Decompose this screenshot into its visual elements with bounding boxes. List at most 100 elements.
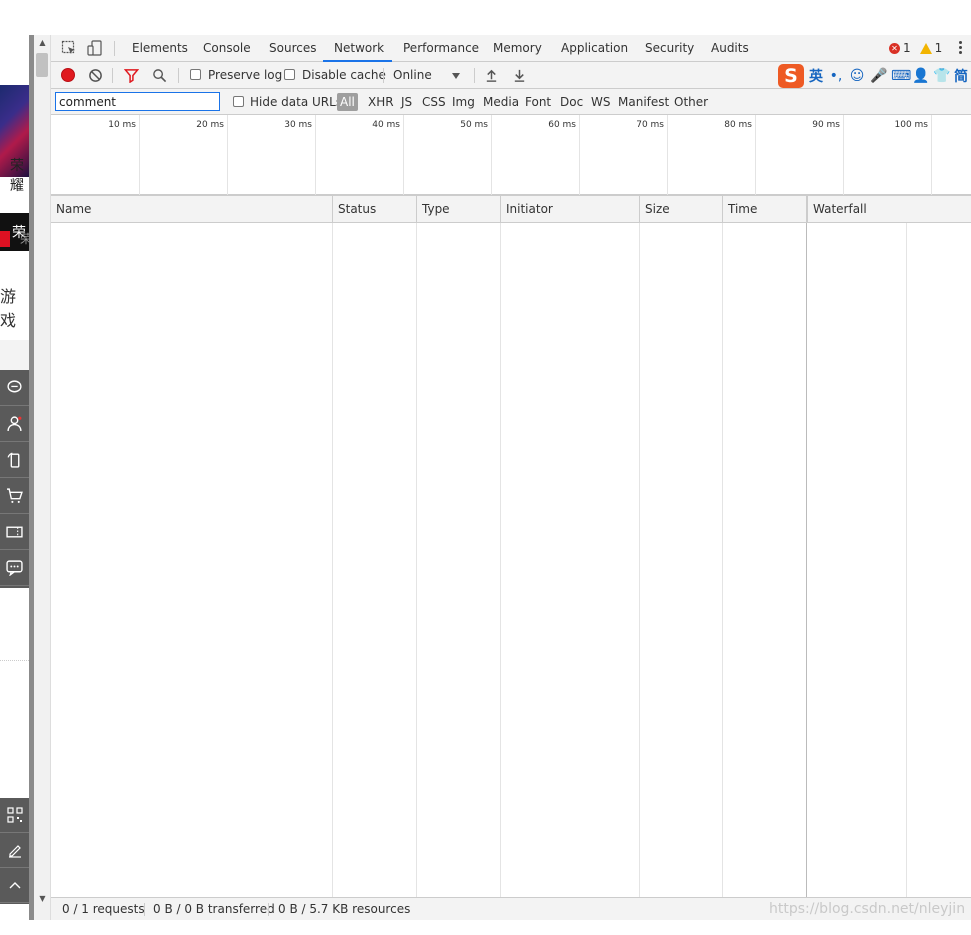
column-header-time[interactable]: Time — [723, 196, 807, 223]
filter-type-font[interactable]: Font — [525, 89, 551, 115]
table-header: Name Status Type Initiator Size Time Wat… — [51, 195, 971, 223]
filter-type-other[interactable]: Other — [674, 89, 708, 115]
summary-separator — [144, 903, 145, 916]
ime-keyboard-icon[interactable]: ⌨ — [891, 68, 911, 84]
filter-type-doc[interactable]: Doc — [560, 89, 583, 115]
filter-type-css[interactable]: CSS — [422, 89, 446, 115]
filter-type-all[interactable]: All — [337, 93, 358, 111]
export-har-icon[interactable] — [512, 68, 527, 83]
more-options-icon[interactable] — [959, 41, 963, 56]
ime-punct-icon[interactable]: •, — [828, 68, 844, 84]
clear-icon[interactable] — [88, 68, 103, 83]
page-grey-band — [0, 340, 29, 373]
toolbar-separator — [178, 68, 179, 83]
preserve-log-checkbox[interactable] — [190, 69, 201, 80]
message-icon[interactable] — [0, 550, 29, 586]
error-icon: ✕ — [889, 42, 900, 54]
page-side-bottom-toolbar — [0, 798, 29, 904]
filter-icon[interactable] — [124, 68, 139, 83]
throttling-select[interactable]: Online — [393, 62, 432, 89]
user-icon[interactable] — [0, 406, 29, 442]
network-overview-timeline[interactable]: 10 ms 20 ms 30 ms 40 ms 50 ms 60 ms 70 m… — [51, 115, 971, 195]
column-header-initiator[interactable]: Initiator — [501, 196, 640, 223]
summary-resources: 0 B / 5.7 KB resources — [278, 902, 411, 916]
phone-icon[interactable] — [0, 442, 29, 478]
waterfall-gridline — [906, 223, 907, 897]
filter-type-img[interactable]: Img — [452, 89, 475, 115]
edit-icon[interactable] — [0, 833, 29, 868]
device-toolbar-icon[interactable] — [87, 40, 103, 56]
devtools-scrollbar[interactable]: ▲ ▼ ▶ — [34, 35, 62, 920]
filter-type-ws[interactable]: WS — [591, 89, 610, 115]
filter-type-js[interactable]: JS — [401, 89, 412, 115]
back-to-top-icon[interactable] — [0, 868, 29, 903]
scroll-up-icon[interactable]: ▲ — [38, 38, 47, 47]
tab-memory[interactable]: Memory — [493, 35, 542, 62]
column-header-size[interactable]: Size — [640, 196, 723, 223]
summary-transferred: 0 B / 0 B transferred — [153, 902, 275, 916]
summary-requests: 0 / 1 requests — [62, 902, 145, 916]
disable-cache-label[interactable]: Disable cache — [302, 62, 386, 89]
scroll-down-icon[interactable]: ▼ — [38, 894, 47, 903]
column-header-waterfall[interactable]: Waterfall — [807, 196, 971, 223]
page-red-tag — [0, 231, 10, 247]
tab-network[interactable]: Network — [323, 35, 392, 62]
devtools-tab-bar: Elements Console Sources Network Perform… — [51, 35, 971, 62]
tab-sources[interactable]: Sources — [269, 35, 316, 62]
inspect-element-icon[interactable] — [61, 40, 77, 56]
ticket-icon[interactable] — [0, 514, 29, 550]
network-summary-bar: 0 / 1 requests 0 B / 0 B transferred 0 B… — [51, 897, 971, 920]
watermark: https://blog.csdn.net/nleyjin — [769, 901, 966, 917]
tab-performance[interactable]: Performance — [403, 35, 479, 62]
ime-mic-icon[interactable]: 🎤 — [870, 68, 887, 84]
cart-icon[interactable] — [0, 478, 29, 514]
tab-elements[interactable]: Elements — [132, 35, 188, 62]
ime-user-icon[interactable]: 👤 — [912, 68, 929, 84]
filter-type-media[interactable]: Media — [483, 89, 519, 115]
ime-toolbar: S 英 •, ☺ 🎤 ⌨ 👤 👕 简 — [778, 63, 968, 88]
ime-skin-icon[interactable]: 👕 — [933, 68, 950, 84]
record-button[interactable] — [61, 68, 75, 82]
timeline-tick: 80 ms — [668, 115, 756, 195]
filter-type-xhr[interactable]: XHR — [368, 89, 394, 115]
ime-emoji-icon[interactable]: ☺ — [849, 68, 865, 84]
filter-type-manifest[interactable]: Manifest — [618, 89, 669, 115]
column-divider — [806, 223, 807, 897]
error-count: 1 — [903, 41, 911, 55]
network-request-table: Name Status Type Initiator Size Time Wat… — [51, 195, 971, 897]
preserve-log-label[interactable]: Preserve log — [208, 62, 282, 89]
chat-icon[interactable] — [0, 370, 29, 406]
hide-data-urls-label[interactable]: Hide data URLs — [250, 89, 342, 115]
warning-icon — [919, 42, 932, 54]
chevron-down-icon[interactable] — [452, 73, 460, 79]
column-header-status[interactable]: Status — [333, 196, 417, 223]
page-content-strip: 荣耀 荣 荣 游戏 — [0, 35, 29, 920]
tab-security[interactable]: Security — [645, 35, 694, 62]
error-warning-counter[interactable]: ✕ 1 1 — [889, 41, 942, 55]
filter-input[interactable] — [55, 92, 220, 111]
disable-cache-checkbox[interactable] — [284, 69, 295, 80]
network-toolbar: Preserve log Disable cache Online S 英 •,… — [51, 62, 971, 89]
sogou-logo-icon[interactable]: S — [778, 63, 804, 88]
timeline-tick: 100 ms — [844, 115, 932, 195]
ime-simplified-toggle[interactable]: 简 — [954, 66, 968, 86]
timeline-tick: 90 ms — [756, 115, 844, 195]
ime-lang-toggle[interactable]: 英 — [809, 66, 823, 86]
column-header-name[interactable]: Name — [51, 196, 333, 223]
page-divider — [0, 660, 29, 661]
search-icon[interactable] — [152, 68, 167, 83]
toolbar-separator — [112, 68, 113, 83]
tab-application[interactable]: Application — [561, 35, 628, 62]
tab-audits[interactable]: Audits — [711, 35, 749, 62]
qrcode-icon[interactable] — [0, 798, 29, 833]
toolbar-separator — [474, 68, 475, 83]
scroll-thumb[interactable] — [36, 53, 48, 77]
hide-data-urls-checkbox[interactable] — [233, 96, 244, 107]
tab-console[interactable]: Console — [203, 35, 251, 62]
column-header-type[interactable]: Type — [417, 196, 501, 223]
column-divider — [332, 223, 333, 897]
page-text-small: 荣 — [20, 232, 29, 246]
toolbar-separator — [383, 68, 384, 83]
import-har-icon[interactable] — [484, 68, 499, 83]
timeline-tick: 20 ms — [140, 115, 228, 195]
